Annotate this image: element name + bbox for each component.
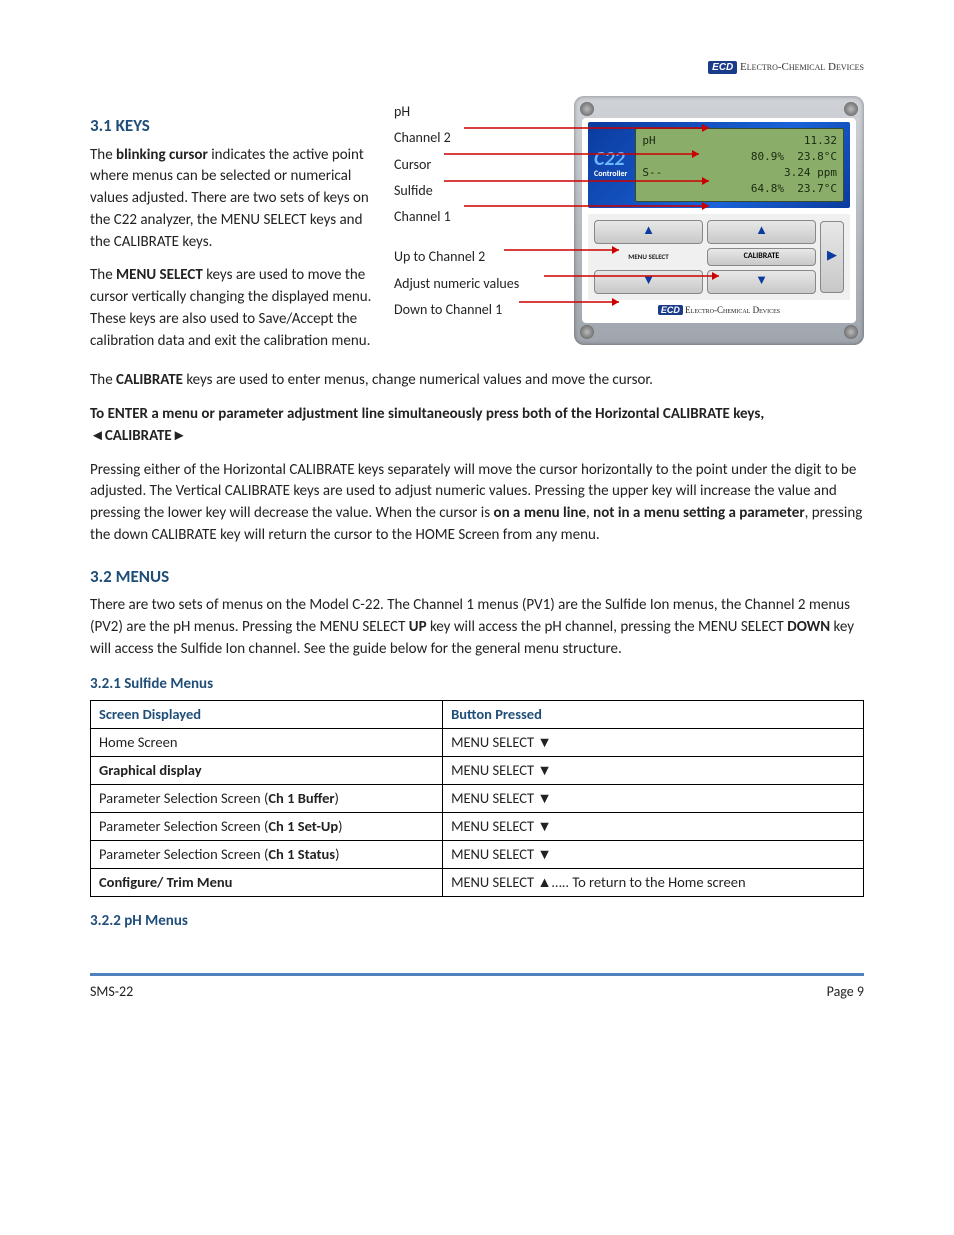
cell-screen: Parameter Selection Screen (Ch 1 Status) [91,841,443,869]
cell-button: MENU SELECT ▼ [443,785,864,813]
table-row: Parameter Selection Screen (Ch 1 Set-Up)… [91,813,864,841]
para-3-1-5: Pressing either of the Horizontal CALIBR… [90,460,864,547]
cell-button: MENU SELECT ▼ [443,729,864,757]
arrow-icon [464,196,714,216]
heading-3-2: 3.2 MENUS [90,565,864,590]
para-3-1-4: To ENTER a menu or parameter adjustment … [90,404,864,448]
calibrate-up-button[interactable]: ▲ [707,220,816,244]
arrow-icon [504,240,624,260]
calibrate-right-button[interactable]: ▶ [820,221,844,293]
heading-3-2-1: 3.2.1 Sulfide Menus [90,674,864,696]
table-header-row: Screen Displayed Button Pressed [91,701,864,729]
page-header: ECD Electro-Chemical Devices [90,60,864,76]
cell-screen: Parameter Selection Screen (Ch 1 Buffer) [91,785,443,813]
table-row: Graphical displayMENU SELECT ▼ [91,757,864,785]
table-row: Home ScreenMENU SELECT ▼ [91,729,864,757]
logo-text: Electro-Chemical Devices [740,61,864,73]
cell-button: MENU SELECT ▼ [443,813,864,841]
screw-icon [844,102,858,116]
logo-badge: ECD [708,61,737,74]
arrow-icon [444,171,714,191]
para-3-1-3: The CALIBRATE keys are used to enter men… [90,370,864,392]
footer-left: SMS-22 [90,982,133,1002]
table-row: Configure/ Trim MenuMENU SELECT ▲….. To … [91,869,864,897]
footer-rule [90,973,864,976]
arrow-icon [444,144,704,164]
screw-icon [580,325,594,339]
arrow-icon [464,118,714,138]
para-3-2-1: There are two sets of menus on the Model… [90,595,864,660]
cell-button: MENU SELECT ▼ [443,841,864,869]
table-row: Parameter Selection Screen (Ch 1 Status)… [91,841,864,869]
table-row: Parameter Selection Screen (Ch 1 Buffer)… [91,785,864,813]
calibrate-label-button[interactable]: CALIBRATE [707,248,816,266]
cell-screen: Graphical display [91,757,443,785]
cell-button: MENU SELECT ▼ [443,757,864,785]
device-footer: ECD Electro-Chemical Devices [588,304,850,317]
screw-icon [844,325,858,339]
heading-3-2-2: 3.2.2 pH Menus [90,911,864,933]
cell-screen: Configure/ Trim Menu [91,869,443,897]
cell-screen: Parameter Selection Screen (Ch 1 Set-Up) [91,813,443,841]
cell-button: MENU SELECT ▲….. To return to the Home s… [443,869,864,897]
keypad: ▲ ▲ ▶ MENU SELECT CALIBRATE ▼ ▼ [588,214,850,300]
page-footer: SMS-22 Page 9 [90,982,864,1002]
device-figure: pH Channel 2 Cursor Sulfide Channel 1 Up… [394,96,864,345]
th-screen: Screen Displayed [91,701,443,729]
footer-right: Page 9 [827,982,864,1002]
arrow-icon [544,266,724,286]
cell-screen: Home Screen [91,729,443,757]
arrow-icon [519,292,624,312]
screw-icon [580,102,594,116]
sulfide-menus-table: Screen Displayed Button Pressed Home Scr… [90,700,864,897]
th-button: Button Pressed [443,701,864,729]
